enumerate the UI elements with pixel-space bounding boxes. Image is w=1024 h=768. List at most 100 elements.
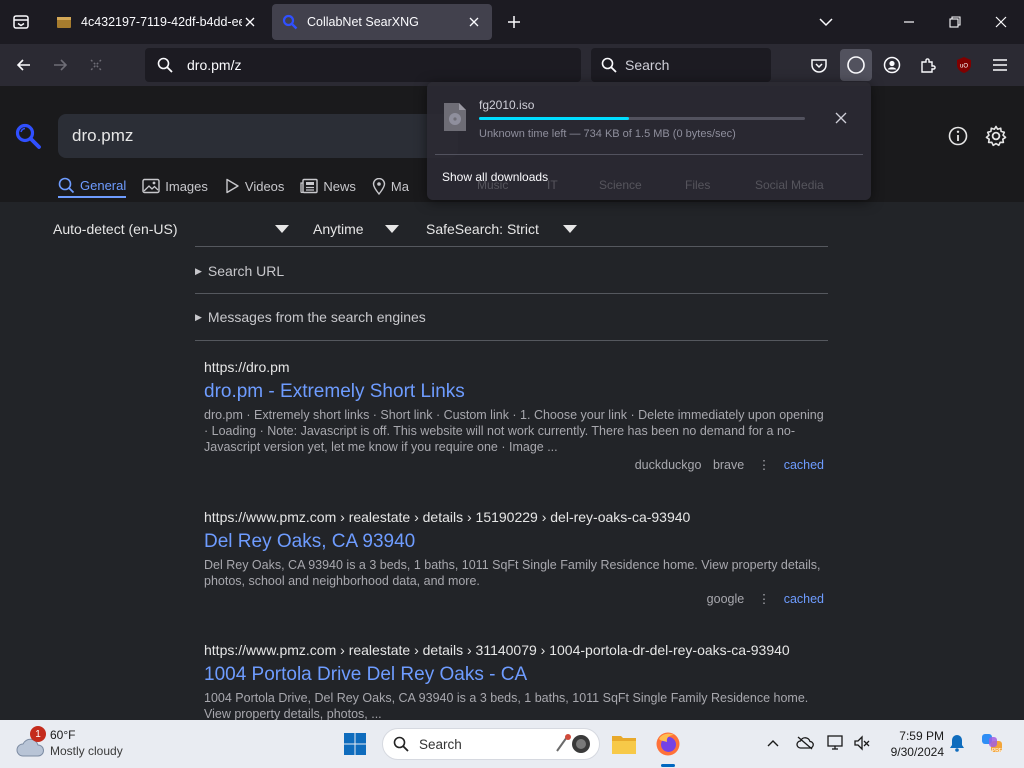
notifications-button[interactable]: [948, 734, 966, 752]
file-explorer-app[interactable]: [610, 730, 638, 758]
account-icon: [883, 56, 901, 74]
close-window-button[interactable]: [987, 8, 1015, 36]
language-select[interactable]: Auto-detect (en-US): [53, 216, 289, 242]
restore-button[interactable]: [941, 8, 969, 36]
download-filename: fg2010.iso: [479, 98, 535, 112]
dropdown-caret-icon: [275, 225, 289, 233]
hamburger-menu-icon: [993, 59, 1007, 71]
searxng-logo-icon[interactable]: [14, 122, 42, 150]
safesearch-select[interactable]: SafeSearch: Strict: [426, 216, 577, 242]
forward-button[interactable]: [44, 49, 76, 81]
display-status[interactable]: [827, 734, 845, 752]
search-icon: [393, 736, 409, 752]
windows-start-icon[interactable]: [343, 732, 367, 756]
arrow-left-icon: [16, 59, 30, 71]
vertical-dots-icon: ⋮: [757, 592, 771, 606]
tab-close-button[interactable]: [242, 14, 258, 30]
query-input[interactable]: dro.pmz: [58, 114, 458, 158]
download-progress-fill: [479, 117, 629, 120]
firefox-icon: [656, 732, 680, 756]
result-title-link[interactable]: Del Rey Oaks, CA 93940: [204, 531, 824, 553]
download-progress-bar: [479, 117, 805, 120]
search-filters: Auto-detect (en-US) Anytime SafeSearch: …: [0, 216, 1024, 244]
stop-loading-button[interactable]: [80, 49, 112, 81]
new-tab-button[interactable]: [500, 8, 528, 36]
firefox-app[interactable]: [654, 730, 682, 758]
downloads-button[interactable]: [840, 49, 872, 81]
minimize-button[interactable]: [895, 8, 923, 36]
category-general[interactable]: General: [58, 174, 127, 198]
chevron-up-icon: [767, 740, 779, 747]
list-all-tabs-button[interactable]: [812, 8, 840, 36]
reload-stop-icon: [90, 59, 102, 71]
cached-link[interactable]: cached: [784, 592, 824, 606]
tab-list-icon: [13, 15, 29, 29]
plus-icon: [508, 16, 520, 28]
menu-button[interactable]: [984, 49, 1016, 81]
category-map[interactable]: Ma: [372, 174, 409, 198]
time-range-select[interactable]: Anytime: [313, 216, 399, 242]
result-url[interactable]: https://www.pmz.com › realestate › detai…: [204, 642, 824, 658]
ghost-category-files: Files: [685, 178, 711, 192]
expander-label: Search URL: [207, 263, 285, 279]
result-url[interactable]: https://dro.pm: [204, 359, 824, 375]
result-url[interactable]: https://www.pmz.com › realestate › detai…: [204, 509, 824, 525]
search-result: https://www.pmz.com › realestate › detai…: [204, 509, 824, 606]
account-button[interactable]: [876, 49, 908, 81]
gear-icon: [985, 125, 1007, 147]
tab-file[interactable]: 4c432197-7119-42df-b4dd-ee2c: [46, 4, 268, 40]
preferences-button[interactable]: [983, 123, 1009, 149]
search-result: https://www.pmz.com › realestate › detai…: [204, 642, 824, 720]
restore-icon: [949, 16, 961, 28]
result-title-link[interactable]: dro.pm - Extremely Short Links: [204, 381, 824, 403]
weather-widget[interactable]: 1 60°F Mostly cloudy: [16, 726, 136, 762]
about-button[interactable]: [945, 123, 971, 149]
category-images[interactable]: Images: [142, 174, 208, 198]
arrow-right-icon: [54, 59, 68, 71]
ublock-button[interactable]: uO: [948, 49, 980, 81]
result-description: Del Rey Oaks, CA 93940 is a 3 beds, 1 ba…: [204, 558, 821, 588]
pocket-button[interactable]: [803, 49, 835, 81]
dropdown-caret-icon: [563, 225, 577, 233]
divider: [195, 293, 828, 294]
search-bar[interactable]: Search: [591, 48, 771, 82]
expand-triangle-icon: ▶: [195, 311, 202, 322]
tab-searxng[interactable]: CollabNet SearXNG: [272, 4, 492, 40]
category-videos[interactable]: Videos: [224, 174, 284, 198]
cancel-download-button[interactable]: [831, 108, 851, 128]
result-footer: google ⋮ cached: [204, 591, 824, 606]
navigation-toolbar: dro.pm/z Search uO: [0, 44, 1024, 86]
result-title-link[interactable]: 1004 Portola Drive Del Rey Oaks - CA: [204, 664, 824, 686]
taskbar-search[interactable]: Search: [382, 728, 600, 760]
extensions-button[interactable]: [912, 49, 944, 81]
tab-list-button[interactable]: [0, 0, 42, 44]
tab-close-button[interactable]: [466, 14, 482, 30]
engine-messages-expander[interactable]: ▶ Messages from the search engines: [195, 309, 426, 325]
url-text: dro.pm/z: [187, 57, 242, 73]
show-hidden-icons-button[interactable]: [764, 734, 782, 752]
category-label: General: [80, 177, 127, 193]
search-url-expander[interactable]: ▶ Search URL: [195, 263, 284, 279]
archive-favicon-icon: [57, 17, 71, 28]
puzzle-icon: [921, 58, 936, 73]
expand-triangle-icon: ▶: [195, 265, 202, 276]
category-label: Ma: [390, 178, 409, 194]
svg-text:uO: uO: [960, 64, 968, 70]
system-clock[interactable]: 7:59 PM 9/30/2024: [880, 728, 944, 760]
url-bar[interactable]: dro.pm/z: [145, 48, 581, 82]
close-icon: [995, 16, 1007, 28]
onedrive-status[interactable]: [796, 734, 814, 752]
downloads-panel: fg2010.iso Unknown time left — 734 KB of…: [427, 82, 871, 200]
copilot-button[interactable]: PRE: [980, 731, 1004, 755]
minimize-icon: [904, 21, 914, 23]
back-button[interactable]: [8, 49, 40, 81]
map-pin-icon: [372, 177, 386, 195]
cached-link[interactable]: cached: [784, 458, 824, 472]
divider: [195, 340, 828, 341]
close-icon: [245, 17, 255, 27]
image-icon: [142, 178, 160, 194]
category-news[interactable]: News: [300, 174, 356, 198]
volume-status[interactable]: [853, 734, 871, 752]
chevron-down-icon: [819, 18, 833, 27]
cloud-offline-icon: [796, 736, 814, 750]
